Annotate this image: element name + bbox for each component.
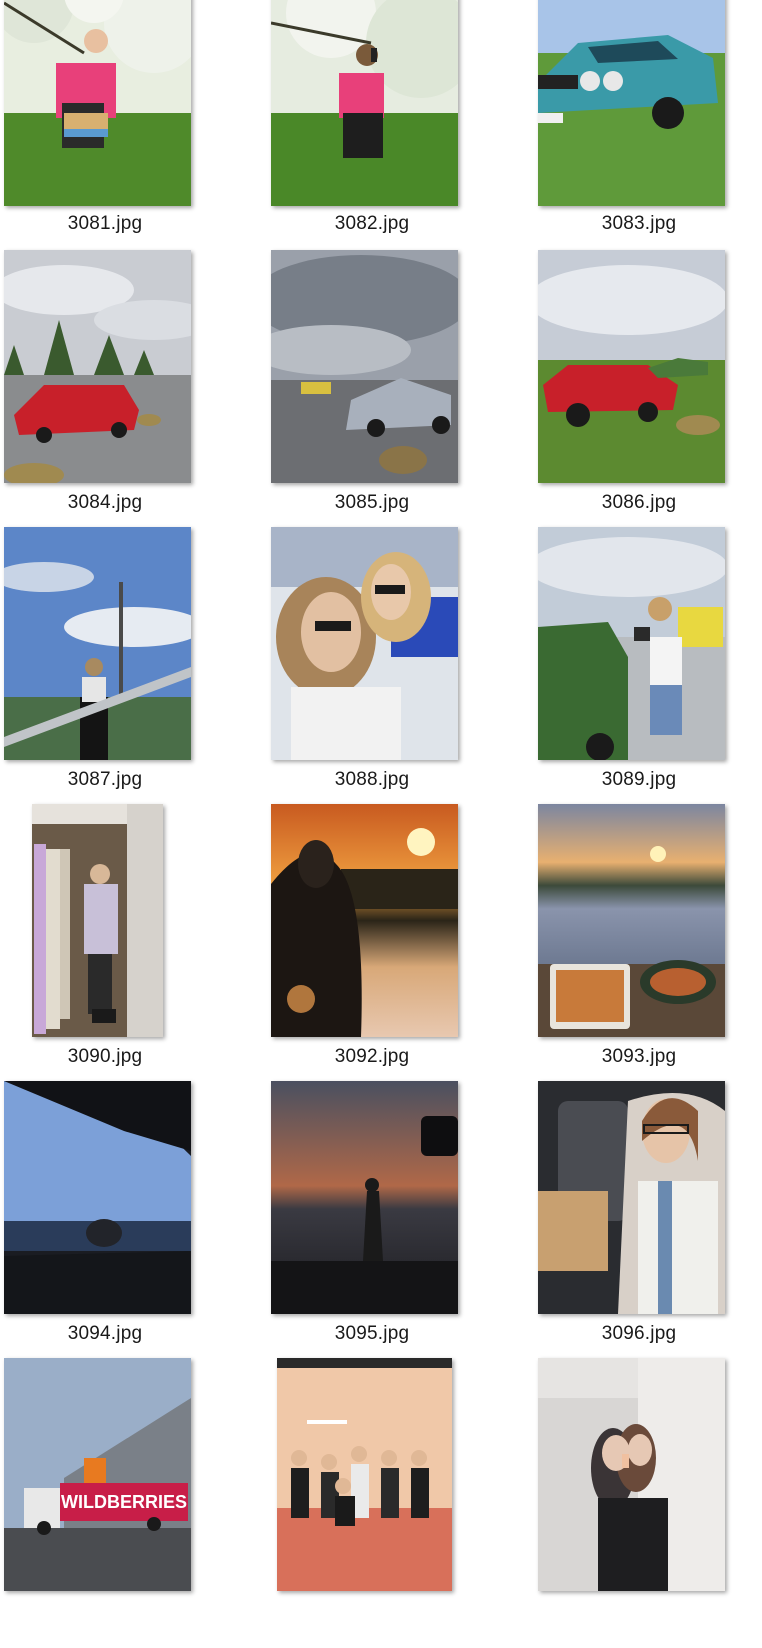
photo-cars-cloudy [271,250,458,483]
photo-car-window-sea [4,1081,191,1314]
file-item[interactable]: 3089.jpg [534,527,762,817]
file-name: 3084.jpg [67,492,143,513]
file-name: 3082.jpg [334,213,410,234]
file-name: 3090.jpg [67,1046,143,1067]
file-name: 3087.jpg [67,769,143,790]
thumbnail[interactable] [271,804,458,1037]
photo-bathroom-selfie [538,1358,725,1591]
thumbnail[interactable] [538,0,725,206]
thumbnail-grid: 3081.jpg 3082.jpg 3083.jpg 3084.jpg 3085… [0,0,762,1640]
photo-sunset-silhouette [271,804,458,1037]
file-item[interactable]: 3087.jpg [0,527,254,817]
photo-closet-selfie [32,804,163,1037]
file-item[interactable]: 3094.jpg [0,1081,254,1371]
photo-two-women-selfie [271,527,458,760]
file-item[interactable]: 3083.jpg [534,0,762,290]
thumbnail[interactable] [271,0,458,206]
file-name: 3092.jpg [334,1046,410,1067]
photo-woman-with-camera [538,527,725,760]
file-item[interactable]: 3090.jpg [0,804,254,1094]
file-item[interactable]: 3085.jpg [267,250,521,540]
file-item[interactable]: 3092.jpg [267,804,521,1094]
thumbnail[interactable] [271,250,458,483]
file-name: 3083.jpg [601,213,677,234]
thumbnail[interactable] [4,250,191,483]
file-item[interactable]: 3086.jpg [534,250,762,540]
thumbnail[interactable] [277,1358,452,1591]
file-name: 3086.jpg [601,492,677,513]
file-name: 3093.jpg [601,1046,677,1067]
file-name: 3094.jpg [67,1323,143,1344]
file-item[interactable]: 3095.jpg [267,1081,521,1371]
truck-logo-text: WILDBERRIES [61,1492,187,1512]
file-item[interactable]: 3096.jpg [534,1081,762,1371]
photo-red-convertible [4,250,191,483]
file-item[interactable]: 3084.jpg [0,250,254,540]
file-name: 3088.jpg [334,769,410,790]
file-item[interactable] [534,1358,762,1648]
photo-orchard-photographer [271,0,458,206]
file-name: 3096.jpg [601,1323,677,1344]
file-item[interactable]: 3093.jpg [534,804,762,1094]
photo-red-mustang [538,250,725,483]
photo-woman-in-car [538,1081,725,1314]
thumbnail[interactable] [32,804,163,1037]
thumbnail[interactable] [538,804,725,1037]
file-name: 3095.jpg [334,1323,410,1344]
thumbnail[interactable] [4,0,191,206]
thumbnail[interactable] [538,250,725,483]
thumbnail[interactable] [271,1081,458,1314]
thumbnail[interactable] [538,527,725,760]
photo-group-gym [277,1358,452,1591]
file-item[interactable] [267,1358,521,1648]
photo-orchard-woman [4,0,191,206]
file-name: 3085.jpg [334,492,410,513]
photo-sunset-picnic [538,804,725,1037]
file-item[interactable]: 3082.jpg [267,0,521,290]
thumbnail[interactable] [538,1081,725,1314]
photo-dusk-silhouette [271,1081,458,1314]
thumbnail[interactable]: WILDBERRIES [4,1358,191,1591]
photo-wildberries-truck: WILDBERRIES [4,1358,191,1591]
file-item[interactable]: 3081.jpg [0,0,254,290]
file-name: 3089.jpg [601,769,677,790]
thumbnail[interactable] [271,527,458,760]
file-item[interactable]: WILDBERRIES [0,1358,254,1648]
thumbnail[interactable] [4,1081,191,1314]
thumbnail[interactable] [538,1358,725,1591]
file-item[interactable]: 3088.jpg [267,527,521,817]
file-name: 3081.jpg [67,213,143,234]
photo-teal-car [538,0,725,206]
thumbnail[interactable] [4,527,191,760]
photo-stadium-woman [4,527,191,760]
